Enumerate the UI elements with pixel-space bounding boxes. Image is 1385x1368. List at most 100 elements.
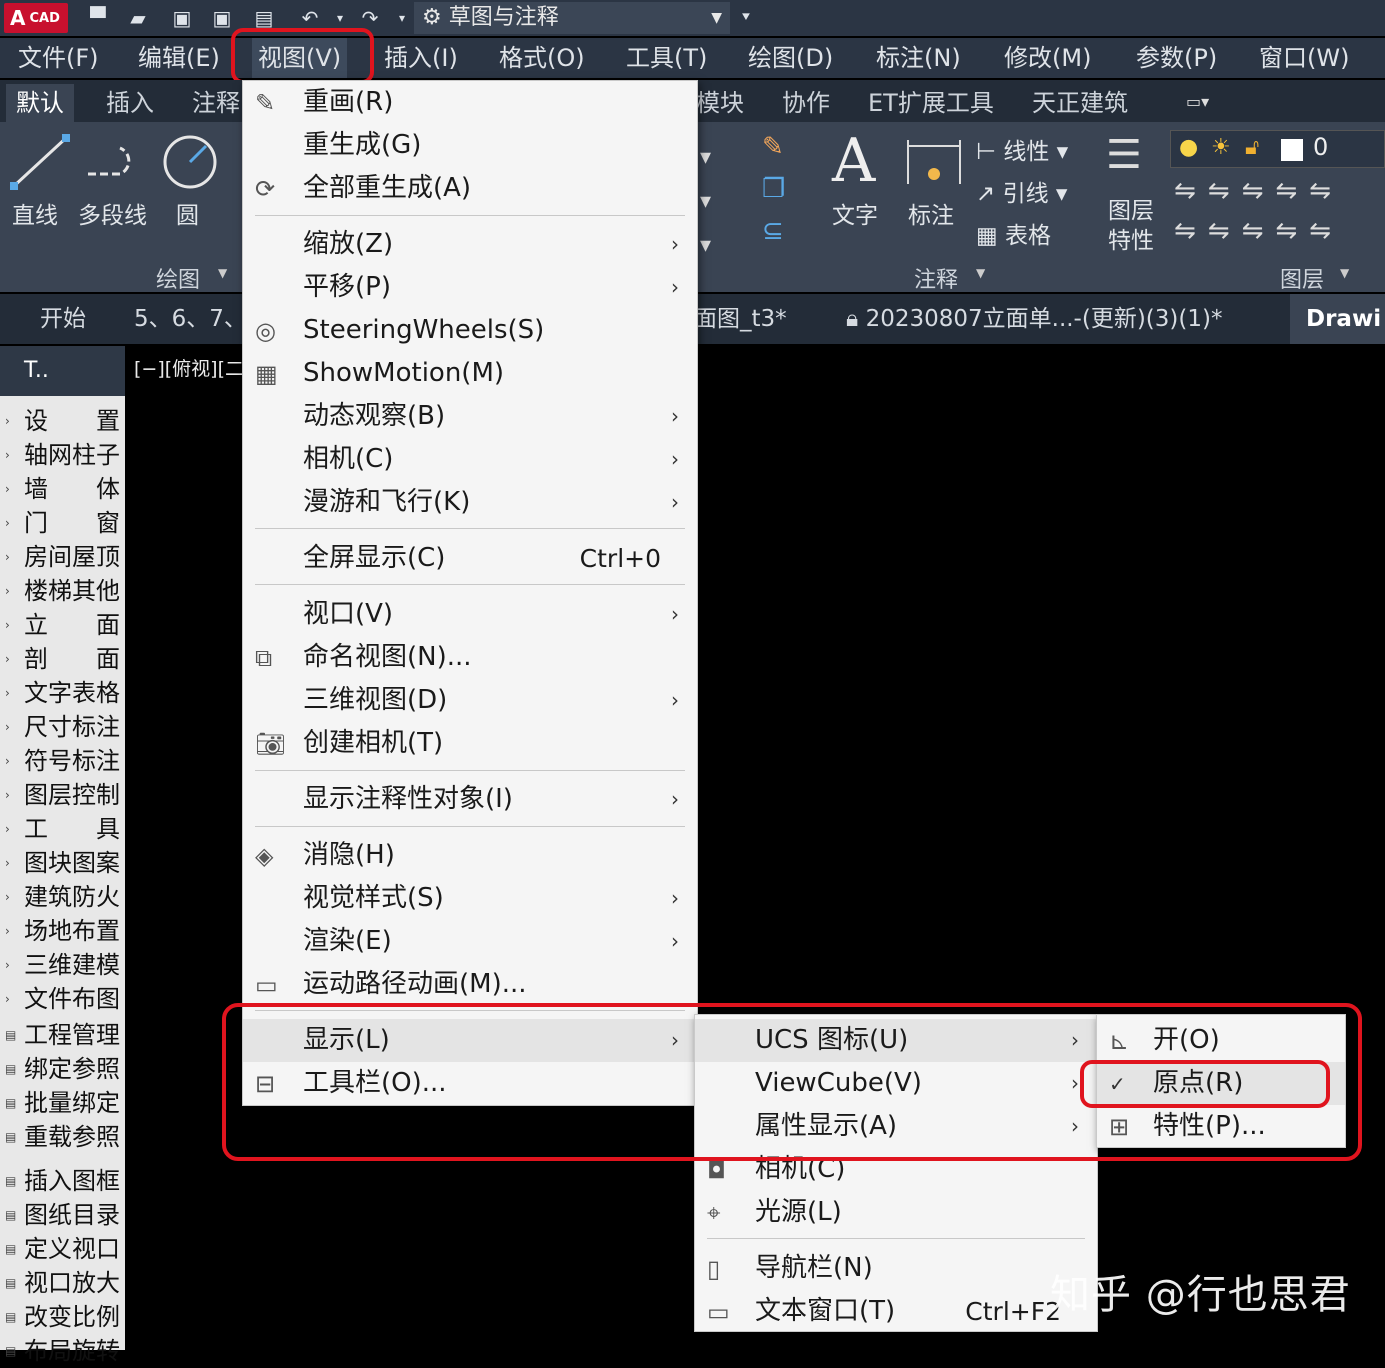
- palette-item[interactable]: ▤ 工程管理: [0, 1018, 125, 1052]
- draw-panel-title[interactable]: 绘图: [156, 262, 200, 294]
- viewmenu-item[interactable]: 缩放(Z) ›: [243, 223, 697, 266]
- save-as-icon[interactable]: ▣: [208, 4, 236, 32]
- doc-tab-3[interactable]: 面图_t3*: [694, 294, 787, 344]
- polyline-tool-label[interactable]: 多段线: [78, 196, 147, 230]
- redo-dropdown-icon[interactable]: ▾: [388, 4, 416, 32]
- viewmenu-item[interactable]: 视口(V) ›: [243, 593, 697, 636]
- circle-tool-icon[interactable]: [160, 132, 220, 192]
- palette-item[interactable]: › 图层控制: [0, 778, 125, 812]
- tab-annotate[interactable]: 注释: [182, 84, 250, 122]
- palette-item[interactable]: › 立 面: [0, 608, 125, 642]
- palette-item[interactable]: ▤ 批量绑定: [0, 1086, 125, 1120]
- palette-item[interactable]: ▤ 重载参照: [0, 1120, 125, 1154]
- circle-tool-label[interactable]: 圆: [176, 196, 199, 230]
- modify-partial-tools[interactable]: ▾ ▾ ▾: [700, 136, 711, 268]
- workspace-selector[interactable]: ⚙ 草图与注释 ▼: [414, 2, 730, 34]
- offset-icon[interactable]: ⊆: [762, 216, 796, 250]
- match-properties-icon[interactable]: ✎: [762, 132, 796, 166]
- leader-button[interactable]: ↗ 引线 ▾: [976, 174, 1067, 208]
- palette-item[interactable]: › 尺寸标注: [0, 710, 125, 744]
- palette-item[interactable]: › 轴网柱子: [0, 438, 125, 472]
- tab-tangent-arch[interactable]: 天正建筑: [1022, 84, 1138, 122]
- menu-file[interactable]: 文件(F): [12, 38, 105, 78]
- palette-item[interactable]: ▤ 图纸目录: [0, 1198, 125, 1232]
- palette-item[interactable]: › 建筑防火: [0, 880, 125, 914]
- layer-tools-row2[interactable]: ⇋⇋⇋⇋⇋: [1174, 216, 1343, 246]
- layer-properties-label[interactable]: 图层 特性: [1108, 196, 1154, 256]
- copy-icon[interactable]: ❐: [762, 174, 796, 208]
- viewmenu-item[interactable]: ⟳ 全部重生成(A): [243, 167, 697, 210]
- layer-dropdown[interactable]: ● ☀ 🔓︎ 0: [1170, 130, 1385, 168]
- viewmenu-item[interactable]: ▦ ShowMotion(M): [243, 352, 697, 395]
- dispmenu-item[interactable]: 光源(L) ⌖: [695, 1191, 1097, 1234]
- palette-item[interactable]: › 符号标注: [0, 744, 125, 778]
- save-icon[interactable]: ▣: [168, 4, 196, 32]
- menu-tools[interactable]: 工具(T): [620, 38, 713, 78]
- palette-item[interactable]: ▤ 插入图框: [0, 1164, 125, 1198]
- polyline-tool-icon[interactable]: [84, 142, 144, 182]
- palette-item[interactable]: › 工 具: [0, 812, 125, 846]
- text-tool-label[interactable]: 文字: [832, 196, 878, 230]
- dimension-tool-label[interactable]: 标注: [908, 196, 954, 230]
- palette-item[interactable]: ▤ 视口放大: [0, 1266, 125, 1300]
- viewmenu-item[interactable]: 渲染(E) ›: [243, 920, 697, 963]
- viewport-controls[interactable]: [−][俯视][二: [134, 354, 244, 381]
- text-tool-icon[interactable]: A: [832, 126, 875, 196]
- palette-item[interactable]: ▤ 定义视口: [0, 1232, 125, 1266]
- viewmenu-item[interactable]: 相机(C) ›: [243, 438, 697, 481]
- viewmenu-item[interactable]: 三维视图(D) ›: [243, 679, 697, 722]
- tab-insert[interactable]: 插入: [96, 84, 164, 122]
- dispmenu-item[interactable]: 文本窗口(T) Ctrl+F2 ▭: [695, 1290, 1097, 1333]
- palette-item[interactable]: › 文件布图: [0, 982, 125, 1016]
- menu-parameter[interactable]: 参数(P): [1130, 38, 1223, 78]
- palette-item[interactable]: ▤ 绑定参照: [0, 1052, 125, 1086]
- doc-tab-2[interactable]: 5、6、7、: [134, 294, 247, 344]
- app-logo[interactable]: A CAD: [4, 3, 68, 33]
- open-folder-icon[interactable]: ▰: [124, 4, 152, 32]
- palette-item[interactable]: › 图块图案: [0, 846, 125, 880]
- menu-window[interactable]: 窗口(W): [1253, 38, 1355, 78]
- menu-draw[interactable]: 绘图(D): [742, 38, 839, 78]
- annotation-panel-title[interactable]: 注释: [914, 262, 958, 294]
- viewmenu-item[interactable]: 视觉样式(S) ›: [243, 877, 697, 920]
- layer-tools-row1[interactable]: ⇋⇋⇋⇋⇋: [1174, 176, 1343, 206]
- viewmenu-item[interactable]: ◈ 消隐(H): [243, 834, 697, 877]
- palette-item[interactable]: › 设 置: [0, 404, 125, 438]
- palette-item[interactable]: › 文字表格: [0, 676, 125, 710]
- linear-dim-button[interactable]: ⊢ 线性 ▾: [976, 132, 1068, 166]
- line-tool-label[interactable]: 直线: [12, 196, 58, 230]
- palette-item[interactable]: ▤ 布局旋转: [0, 1334, 125, 1368]
- ribbon-toggle-icon[interactable]: ▭▾: [1186, 92, 1232, 114]
- viewmenu-item[interactable]: 全屏显示(C) Ctrl+0: [243, 537, 697, 580]
- viewmenu-item[interactable]: 重生成(G): [243, 124, 697, 167]
- palette-item[interactable]: › 楼梯其他: [0, 574, 125, 608]
- menu-edit[interactable]: 编辑(E): [132, 38, 226, 78]
- palette-item[interactable]: › 墙 体: [0, 472, 125, 506]
- menu-dimension[interactable]: 标注(N): [870, 38, 967, 78]
- customize-quick-access-icon[interactable]: ⯆: [732, 4, 760, 32]
- viewmenu-item[interactable]: 漫游和飞行(K) ›: [243, 481, 697, 524]
- palette-item[interactable]: › 场地布置: [0, 914, 125, 948]
- menu-insert[interactable]: 插入(I): [378, 38, 464, 78]
- viewmenu-item[interactable]: 平移(P) ›: [243, 266, 697, 309]
- layer-properties-icon[interactable]: ☰: [1106, 132, 1162, 192]
- tab-collaborate[interactable]: 协作: [772, 84, 840, 122]
- viewmenu-item[interactable]: ▭ 运动路径动画(M)...: [243, 963, 697, 1006]
- palette-item[interactable]: › 门 窗: [0, 506, 125, 540]
- layer-panel-title[interactable]: 图层: [1280, 262, 1324, 294]
- tab-et-tools[interactable]: ET扩展工具: [858, 84, 1004, 122]
- doc-tab-start[interactable]: 开始: [40, 294, 86, 344]
- palette-item[interactable]: › 房间屋顶: [0, 540, 125, 574]
- menu-format[interactable]: 格式(O): [493, 38, 591, 78]
- viewmenu-item[interactable]: 动态观察(B) ›: [243, 395, 697, 438]
- dimension-tool-icon[interactable]: [904, 132, 964, 192]
- line-tool-icon[interactable]: [10, 132, 70, 192]
- doc-tab-4[interactable]: 🔒︎ 20230807立面单...-(更新)(3)(1)*: [846, 294, 1222, 344]
- viewmenu-item[interactable]: ◎ SteeringWheels(S): [243, 309, 697, 352]
- viewmenu-item[interactable]: ⧉ 命名视图(N)...: [243, 636, 697, 679]
- new-file-icon[interactable]: ▀: [84, 4, 112, 32]
- palette-header[interactable]: T..: [0, 346, 125, 396]
- tab-default[interactable]: 默认: [6, 84, 74, 122]
- palette-item[interactable]: › 剖 面: [0, 642, 125, 676]
- palette-item[interactable]: ▤ 改变比例: [0, 1300, 125, 1334]
